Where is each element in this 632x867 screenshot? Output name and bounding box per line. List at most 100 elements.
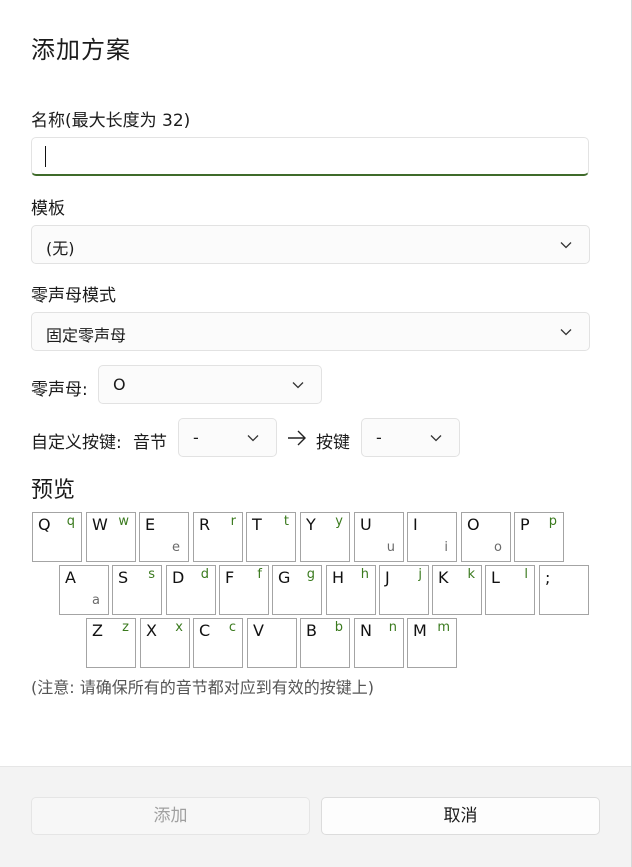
- zero-mode-label: 零声母模式: [31, 286, 116, 306]
- key-mapped-letter: c: [228, 620, 236, 635]
- key-value: -: [376, 428, 382, 447]
- key-mapped-letter: q: [66, 514, 75, 529]
- key-n: Nn: [354, 618, 404, 668]
- arrow-right-icon: [288, 430, 306, 446]
- key-mapped-letter: x: [175, 620, 183, 635]
- cancel-button[interactable]: 取消: [321, 797, 600, 835]
- key-mapped-letter: h: [360, 567, 369, 582]
- key-p: Pp: [514, 512, 564, 562]
- key-main-letter: I: [413, 515, 418, 534]
- key-v: V: [247, 618, 297, 668]
- custom-key-label: 自定义按键:: [31, 433, 122, 453]
- key-i: Ii: [407, 512, 457, 562]
- note-text: (注意: 请确保所有的音节都对应到有效的按键上): [31, 678, 374, 697]
- key-t: Tt: [246, 512, 296, 562]
- key-mapped-letter: y: [335, 514, 343, 529]
- text-caret: [45, 146, 46, 167]
- key-main-letter: B: [306, 621, 317, 640]
- key-main-letter: M: [413, 621, 427, 640]
- key-c: Cc: [193, 618, 243, 668]
- key-main-letter: N: [360, 621, 372, 640]
- key-main-letter: U: [360, 515, 372, 534]
- chevron-down-icon: [247, 435, 259, 442]
- key-main-letter: W: [92, 515, 108, 534]
- key-main-letter: V: [253, 621, 264, 640]
- key-main-letter: T: [252, 515, 262, 534]
- key-b: Bb: [300, 618, 350, 668]
- key-main-letter: X: [146, 621, 157, 640]
- key-a: Aa: [59, 565, 109, 615]
- template-value: (无): [46, 239, 75, 258]
- zero-initial-value: O: [113, 375, 126, 394]
- add-button[interactable]: 添加: [31, 797, 310, 835]
- key-u: Uu: [354, 512, 404, 562]
- key-mapped-letter: r: [230, 514, 236, 529]
- key-j: Jj: [379, 565, 429, 615]
- key-f: Ff: [219, 565, 269, 615]
- key-mapped-letter: f: [257, 567, 262, 582]
- key-mapped-letter: s: [148, 567, 155, 582]
- key-vowel-letter: u: [386, 540, 395, 555]
- key-vowel-letter: a: [92, 593, 100, 608]
- syllable-combobox[interactable]: -: [178, 418, 277, 457]
- chevron-down-icon: [560, 242, 572, 249]
- key-s: Ss: [112, 565, 162, 615]
- key-g: Gg: [272, 565, 322, 615]
- key-main-letter: J: [385, 568, 390, 587]
- key-combobox[interactable]: -: [361, 418, 460, 457]
- key-h: Hh: [326, 565, 376, 615]
- key-q: Qq: [32, 512, 82, 562]
- key-k: Kk: [432, 565, 482, 615]
- key-mapped-letter: g: [306, 567, 315, 582]
- chevron-down-icon: [292, 382, 304, 389]
- name-input[interactable]: [31, 137, 589, 176]
- syllable-label: 音节: [133, 433, 167, 453]
- preview-title: 预览: [31, 478, 76, 503]
- key-mapped-letter: l: [524, 567, 528, 582]
- key-mapped-letter: p: [548, 514, 557, 529]
- key-main-letter: Q: [38, 515, 51, 534]
- key-main-letter: H: [332, 568, 345, 587]
- key-l: Ll: [485, 565, 535, 615]
- key-d: Dd: [166, 565, 216, 615]
- key-x: Xx: [140, 618, 190, 668]
- key-mapped-letter: n: [388, 620, 397, 635]
- key-main-letter: P: [520, 515, 530, 534]
- key-main-letter: A: [65, 568, 76, 587]
- key-mapped-letter: j: [418, 567, 422, 582]
- key-main-letter: Z: [92, 621, 103, 640]
- dialog-title: 添加方案: [31, 36, 131, 64]
- key-mapped-letter: t: [283, 514, 289, 529]
- key-main-letter: O: [467, 515, 480, 534]
- key-main-letter: G: [278, 568, 291, 587]
- key-mapped-letter: b: [334, 620, 343, 635]
- key-vowel-letter: e: [172, 540, 180, 555]
- key-o: Oo: [461, 512, 511, 562]
- key-mapped-letter: z: [122, 620, 129, 635]
- key-main-letter: D: [172, 568, 185, 587]
- key-e: Ee: [139, 512, 189, 562]
- key-main-letter: F: [225, 568, 235, 587]
- key-vowel-letter: i: [444, 540, 448, 555]
- key-mapped-letter: d: [200, 567, 209, 582]
- add-scheme-dialog: 添加方案 名称(最大长度为 32) 模板 (无) 零声母模式 固定零声母 零声母…: [0, 0, 632, 867]
- chevron-down-icon: [560, 329, 572, 336]
- zero-initial-combobox[interactable]: O: [98, 365, 322, 404]
- key-main-letter: L: [491, 568, 500, 587]
- zero-mode-combobox[interactable]: 固定零声母: [31, 312, 590, 351]
- key-z: Zz: [86, 618, 136, 668]
- template-combobox[interactable]: (无): [31, 225, 590, 264]
- syllable-value: -: [193, 428, 199, 447]
- key-mapped-letter: m: [437, 620, 450, 635]
- key-m: Mm: [407, 618, 457, 668]
- key-r: Rr: [193, 512, 243, 562]
- key-mapped-letter: w: [118, 514, 129, 529]
- key-semicolon: ;: [539, 565, 589, 615]
- key-mapped-letter: k: [467, 567, 475, 582]
- key-w: Ww: [86, 512, 136, 562]
- key-main-letter: C: [199, 621, 211, 640]
- zero-initial-label: 零声母:: [31, 380, 88, 400]
- name-label: 名称(最大长度为 32): [31, 111, 191, 131]
- key-main-letter: K: [438, 568, 449, 587]
- chevron-down-icon: [430, 435, 442, 442]
